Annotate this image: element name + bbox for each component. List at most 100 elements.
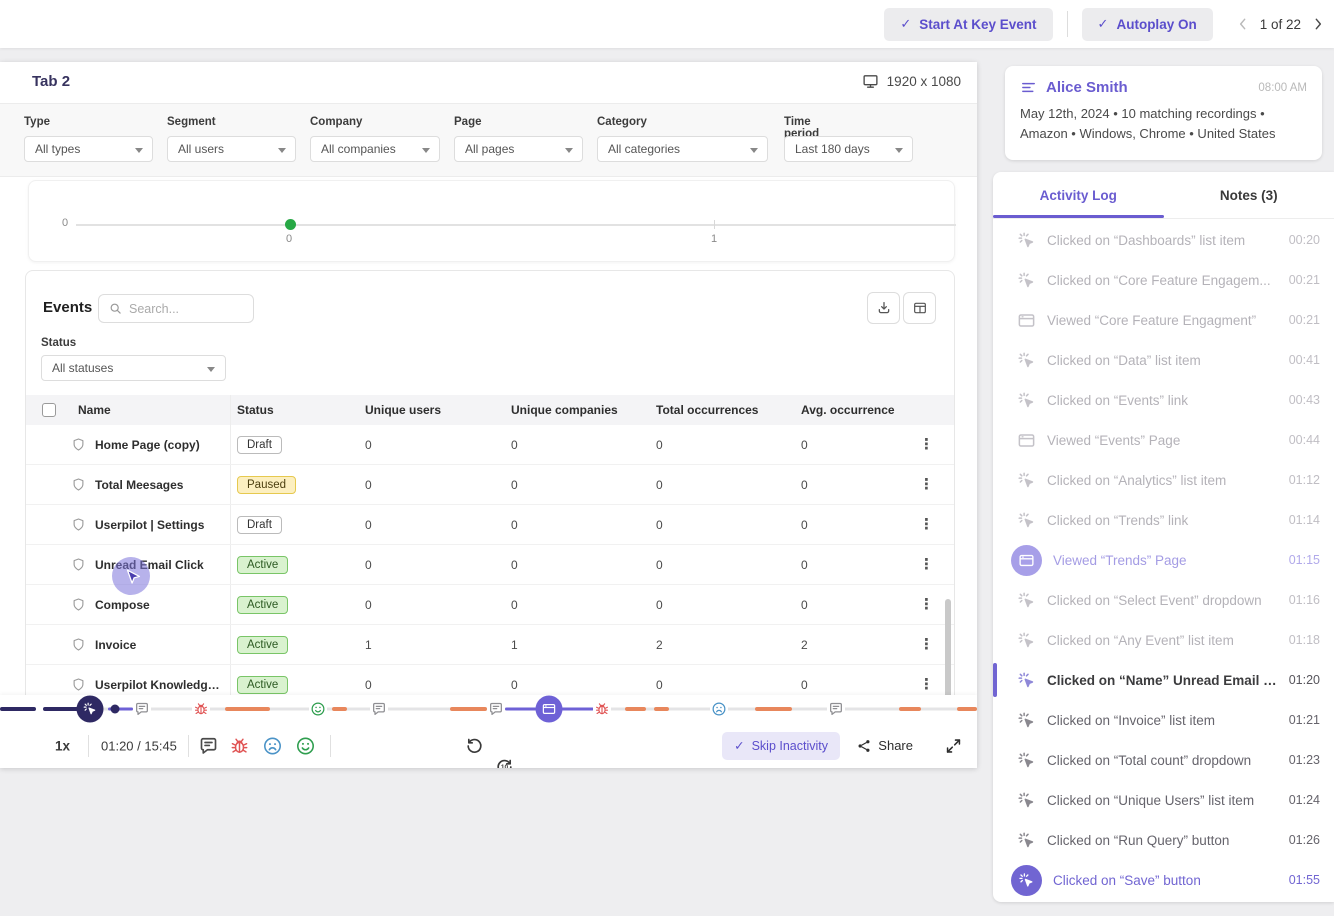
activity-item[interactable]: Clicked on “Events” link00:43 bbox=[993, 380, 1334, 420]
chart-line bbox=[76, 224, 956, 226]
player-controls: 10 1x 01:20 / 15:45 ✓ Skip Inactivity Sh… bbox=[0, 723, 977, 768]
activity-item[interactable]: Viewed “Trends” Page01:15 bbox=[993, 540, 1334, 580]
chart-data-point[interactable] bbox=[285, 219, 296, 230]
activity-item[interactable]: Viewed “Events” Page00:44 bbox=[993, 420, 1334, 460]
status-filter-select[interactable]: All statuses bbox=[41, 355, 226, 381]
timeline-progress-segment bbox=[0, 707, 36, 711]
table-row[interactable]: Userpilot | Settings Draft 0 0 0 0⋮ bbox=[26, 505, 954, 545]
activity-item[interactable]: Clicked on “Analytics” list item01:12 bbox=[993, 460, 1334, 500]
delight-marker-button[interactable] bbox=[295, 735, 316, 756]
category-filter-select[interactable]: All categories bbox=[597, 136, 768, 162]
events-title: Events bbox=[43, 299, 92, 316]
timeline-marker-note-icon[interactable] bbox=[827, 700, 845, 718]
activity-item[interactable]: Clicked on “Run Query” button01:26 bbox=[993, 820, 1334, 860]
sad-face-icon bbox=[262, 735, 283, 756]
activity-item[interactable]: Clicked on “Core Feature Engagem...00:21 bbox=[993, 260, 1334, 300]
column-header-name: Name bbox=[71, 395, 231, 425]
top-toolbar: ✓ Start At Key Event ✓ Autoplay On 1 of … bbox=[0, 0, 1334, 48]
row-menu-button[interactable]: ⋮ bbox=[919, 557, 934, 572]
share-button[interactable]: Share bbox=[856, 738, 913, 754]
click-icon bbox=[1017, 631, 1036, 650]
row-menu-button[interactable]: ⋮ bbox=[919, 517, 934, 532]
activity-item[interactable]: Clicked on “Trends” link01:14 bbox=[993, 500, 1334, 540]
events-table: Name Status Unique users Unique companie… bbox=[26, 395, 954, 705]
timeline-marker-note-icon[interactable] bbox=[487, 700, 505, 718]
session-info-card[interactable]: Alice Smith 08:00 AM May 12th, 2024 • 10… bbox=[1005, 66, 1322, 160]
frustration-marker-button[interactable] bbox=[262, 735, 283, 756]
search-input[interactable] bbox=[129, 302, 243, 316]
table-row[interactable]: Total Meesages Paused 0 0 0 0⋮ bbox=[26, 465, 954, 505]
skip-inactivity-toggle[interactable]: ✓ Skip Inactivity bbox=[722, 732, 840, 760]
select-all-checkbox[interactable] bbox=[42, 403, 56, 417]
column-header-unique-users: Unique users bbox=[359, 403, 505, 417]
timeline-marker-sad-icon[interactable] bbox=[710, 700, 728, 718]
activity-item[interactable]: Clicked on “Data” list item00:41 bbox=[993, 340, 1334, 380]
table-row[interactable]: Invoice Active 1 1 2 2⋮ bbox=[26, 625, 954, 665]
column-header-avg-occurrence: Avg. occurrence bbox=[795, 403, 956, 417]
timeline-marker-bug-icon[interactable] bbox=[593, 700, 611, 718]
table-row[interactable]: Home Page (copy) Draft 0 0 0 0⋮ bbox=[26, 425, 954, 465]
table-row[interactable]: Unread Email Click Active 0 0 0 0⋮ bbox=[26, 545, 954, 585]
rewind-10-icon bbox=[464, 735, 485, 756]
event-name: Invoice bbox=[95, 638, 136, 652]
chevron-down-icon bbox=[565, 148, 573, 153]
tab-notes[interactable]: Notes (3) bbox=[1164, 172, 1334, 218]
user-name: Alice Smith bbox=[1046, 79, 1249, 96]
note-icon bbox=[198, 735, 219, 756]
activity-item[interactable]: Clicked on “Any Event” list item01:18 bbox=[993, 620, 1334, 660]
add-note-button[interactable] bbox=[198, 735, 219, 756]
timeline-marker-note-icon[interactable] bbox=[133, 700, 151, 718]
company-filter-select[interactable]: All companies bbox=[310, 136, 440, 162]
activity-item-current[interactable]: Clicked on “Name” Unread Email C...01:20 bbox=[993, 660, 1334, 700]
export-button[interactable] bbox=[867, 292, 900, 324]
event-name: Total Meesages bbox=[95, 478, 183, 492]
timeline-marker-dot[interactable] bbox=[111, 705, 120, 714]
player-timeline[interactable] bbox=[0, 695, 977, 723]
monitor-icon bbox=[862, 73, 879, 90]
timeline-marker-smile-icon[interactable] bbox=[309, 700, 327, 718]
player-bar: 10 1x 01:20 / 15:45 ✓ Skip Inactivity Sh… bbox=[0, 695, 977, 768]
segment-filter-select[interactable]: All users bbox=[167, 136, 296, 162]
activity-item[interactable]: Clicked on “Unique Users” list item01:24 bbox=[993, 780, 1334, 820]
type-filter-select[interactable]: All types bbox=[24, 136, 153, 162]
timeline-marker-note-icon[interactable] bbox=[370, 700, 388, 718]
status-badge: Active bbox=[237, 596, 288, 614]
row-menu-button[interactable]: ⋮ bbox=[919, 437, 934, 452]
timeline-marker-window-icon[interactable] bbox=[536, 696, 563, 723]
playback-time: 01:20 / 15:45 bbox=[101, 738, 177, 753]
activity-item[interactable]: Clicked on “Total count” dropdown01:23 bbox=[993, 740, 1334, 780]
row-menu-button[interactable]: ⋮ bbox=[919, 637, 934, 652]
time-period-filter-select[interactable]: Last 180 days bbox=[784, 136, 913, 162]
next-recording-button[interactable] bbox=[1310, 16, 1326, 32]
tab-activity-log[interactable]: Activity Log bbox=[993, 172, 1164, 218]
columns-button[interactable] bbox=[903, 292, 936, 324]
activity-item[interactable]: Clicked on “Select Event” dropdown01:16 bbox=[993, 580, 1334, 620]
timeline-marker-click-icon[interactable] bbox=[77, 696, 104, 723]
activity-item[interactable]: Clicked on “Dashboards” list item00:20 bbox=[993, 220, 1334, 260]
trend-chart: 0 0 1 bbox=[28, 180, 955, 262]
row-menu-button[interactable]: ⋮ bbox=[919, 477, 934, 492]
share-label: Share bbox=[878, 738, 913, 753]
autoplay-toggle-button[interactable]: ✓ Autoplay On bbox=[1082, 8, 1213, 41]
cursor-arrow-icon bbox=[122, 567, 144, 589]
page-filter-select[interactable]: All pages bbox=[454, 136, 583, 162]
timeline-inactivity-segment bbox=[332, 707, 347, 711]
previous-recording-button[interactable] bbox=[1235, 16, 1251, 32]
replayed-page-header: Tab 2 1920 x 1080 bbox=[0, 62, 977, 103]
playback-speed-button[interactable]: 1x bbox=[55, 738, 70, 753]
fullscreen-button[interactable] bbox=[944, 736, 963, 755]
resolution-indicator: 1920 x 1080 bbox=[862, 73, 961, 90]
activity-item[interactable]: Viewed “Core Feature Engagment”00:21 bbox=[993, 300, 1334, 340]
timeline-inactivity-segment bbox=[450, 707, 487, 711]
event-tag-icon bbox=[71, 517, 86, 532]
report-bug-button[interactable] bbox=[229, 735, 250, 756]
timeline-marker-bug-icon[interactable] bbox=[192, 700, 210, 718]
table-row[interactable]: Compose Active 0 0 0 0⋮ bbox=[26, 585, 954, 625]
row-menu-button[interactable]: ⋮ bbox=[919, 677, 934, 692]
activity-item-key-event[interactable]: Clicked on “Save” button01:55 bbox=[993, 860, 1334, 900]
activity-item[interactable]: Clicked on “Invoice” list item01:21 bbox=[993, 700, 1334, 740]
start-at-key-event-button[interactable]: ✓ Start At Key Event bbox=[884, 8, 1052, 41]
recording-pagination: 1 of 22 bbox=[1235, 16, 1326, 32]
events-panel: Events Status All statuses Name Status U… bbox=[25, 270, 955, 740]
row-menu-button[interactable]: ⋮ bbox=[919, 597, 934, 612]
